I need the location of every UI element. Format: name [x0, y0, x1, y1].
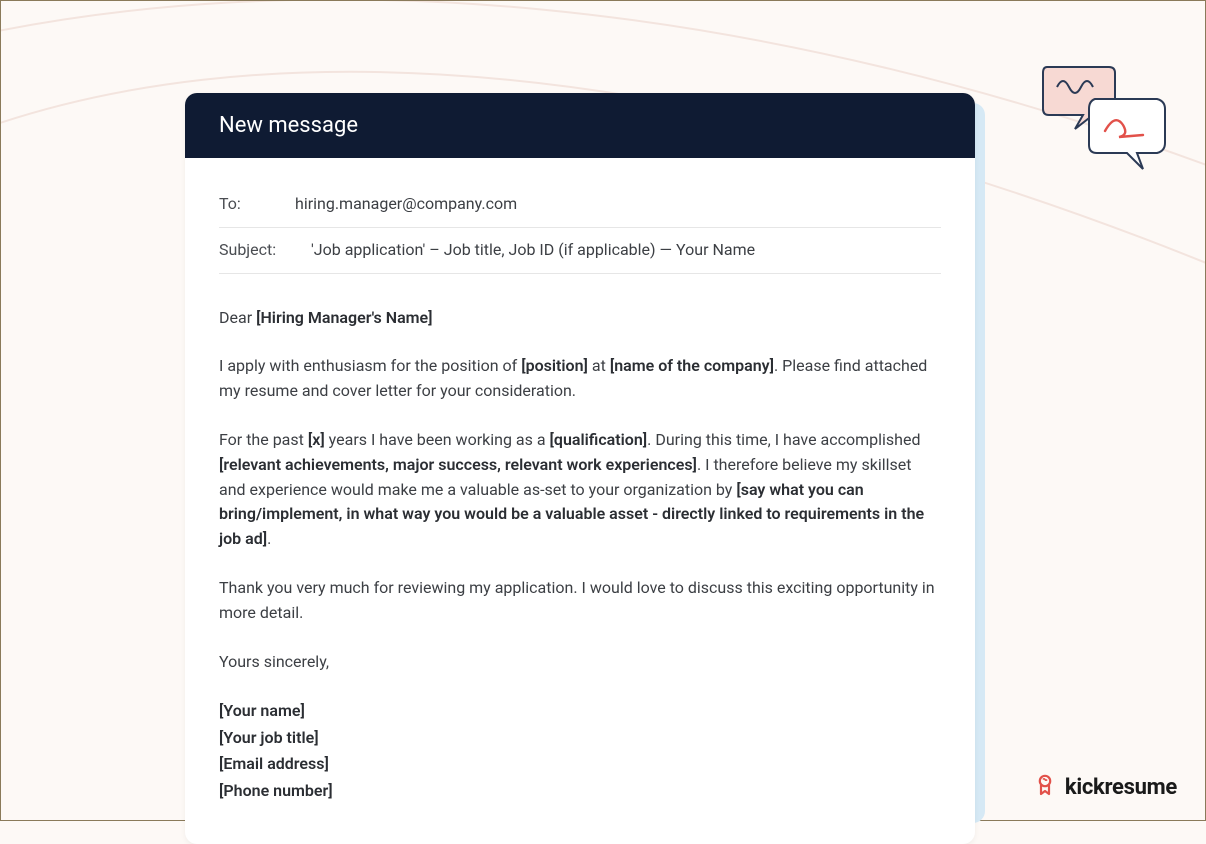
to-label: To: — [219, 192, 271, 217]
paragraph-3: Thank you very much for reviewing my app… — [219, 576, 941, 626]
to-row: To: hiring.manager@company.com — [219, 182, 941, 228]
compose-body: To: hiring.manager@company.com Subject: … — [185, 158, 975, 844]
signature-name: [Your name] — [219, 698, 941, 724]
greeting-line: Dear [Hiring Manager's Name] — [219, 306, 941, 331]
compose-title: New message — [219, 113, 358, 138]
to-value[interactable]: hiring.manager@company.com — [295, 192, 517, 217]
signature-title: [Your job title] — [219, 725, 941, 751]
subject-label: Subject: — [219, 238, 287, 263]
speech-bubble-illustration — [1035, 57, 1175, 177]
signature-phone: [Phone number] — [219, 778, 941, 804]
signoff: Yours sincerely, — [219, 650, 941, 675]
brand-logo[interactable]: kickresume — [1033, 772, 1177, 802]
greeting-prefix: Dear — [219, 308, 256, 327]
brand-name: kickresume — [1065, 775, 1177, 800]
brand-icon — [1033, 772, 1057, 802]
paragraph-2: For the past [x] years I have been worki… — [219, 428, 941, 552]
subject-value[interactable]: 'Job application' – Job title, Job ID (i… — [311, 238, 755, 263]
email-body-text[interactable]: Dear [Hiring Manager's Name] I apply wit… — [219, 306, 941, 804]
compose-header: New message — [185, 93, 975, 158]
email-compose-card: New message To: hiring.manager@company.c… — [185, 93, 975, 844]
paragraph-1: I apply with enthusiasm for the position… — [219, 354, 941, 404]
greeting-placeholder: [Hiring Manager's Name] — [256, 308, 432, 327]
subject-row: Subject: 'Job application' – Job title, … — [219, 228, 941, 274]
signature-email: [Email address] — [219, 751, 941, 777]
